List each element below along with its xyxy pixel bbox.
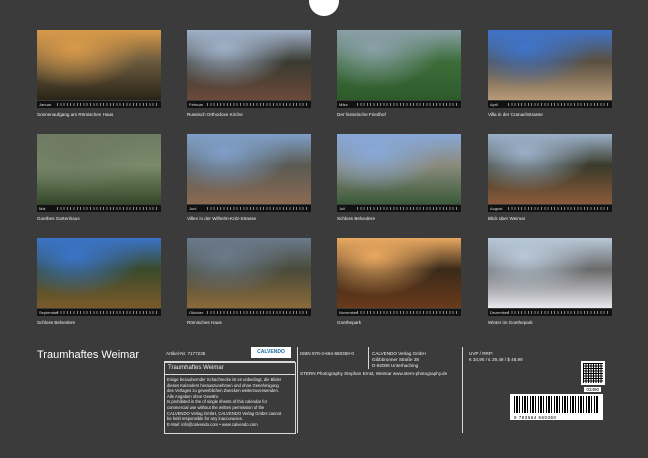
legal-text-line: E-Mail: info@calvendo.com • www.calvendo… (167, 421, 258, 427)
barcode-number: 9 783664 660360 (514, 415, 557, 420)
thumbnail-photo (37, 30, 161, 100)
calendar-strip: Februar (187, 101, 311, 108)
calendar-strip: Oktober (187, 309, 311, 316)
thumbnail-photo (488, 30, 612, 100)
calendar-strip: Juli (337, 205, 461, 212)
calvendo-logo: CALVENDO (251, 347, 291, 358)
calendar-strip: Juni (187, 205, 311, 212)
calendar-strip: April (488, 101, 612, 108)
month-thumbnail: Juni Villen in der Wilhelm-Külz-Strasse (187, 134, 311, 221)
month-thumbnail: Mai Goethes Gartenhaus (37, 134, 161, 221)
day-marks (207, 311, 309, 314)
day-marks (508, 311, 610, 314)
calendar-title: Traumhaftes Weimar (37, 349, 140, 361)
month-thumbnail: August Blick über Weimar (488, 134, 612, 221)
day-marks (357, 207, 459, 210)
day-marks (508, 207, 610, 210)
calendar-strip: September (37, 309, 161, 316)
month-thumbnail: Oktober Römisches Haus (187, 238, 311, 325)
month-label: November (339, 310, 358, 315)
month-label: Juli (339, 206, 346, 211)
month-label: Januar (39, 102, 52, 107)
month-thumbnail: November Goethepark (337, 238, 461, 325)
thumbnail-photo (187, 134, 311, 204)
thumbnail-photo (337, 30, 461, 100)
month-label: Juni (189, 206, 197, 211)
thumbnail-caption: Römisches Haus (187, 320, 222, 325)
thumbnail-caption: Villa in der Cranachstrasse (488, 112, 543, 117)
photographer: STERN Photography Stephan Ernst, Weimar … (300, 371, 448, 376)
thumbnail-photo (37, 238, 161, 308)
thumbnail-caption: Winter im Goethepark (488, 320, 533, 325)
month-thumbnail: Juli Schloss Belvedere (337, 134, 461, 221)
barcode-bars (514, 396, 599, 413)
month-label: Oktober (189, 310, 204, 315)
thumbnail-caption: Russisch Orthodoxe Kirche (187, 112, 243, 117)
subtitle: Traumhaftes Weimar (168, 365, 224, 371)
month-label: Dezember (490, 310, 509, 315)
day-marks (207, 207, 309, 210)
subtitle-divider (164, 374, 295, 375)
thumbnail-photo (37, 134, 161, 204)
day-marks (57, 207, 159, 210)
publisher-line: D-82008 Unterhaching (372, 363, 419, 368)
thumbnail-caption: Goethes Gartenhaus (37, 216, 80, 221)
barcode-code: 03490 (584, 387, 601, 392)
month-label: September (39, 310, 59, 315)
thumbnail-caption: Sonnenaufgang am Römischen Haus (37, 112, 114, 117)
month-label: August (490, 206, 503, 211)
day-marks (57, 311, 159, 314)
day-marks (57, 103, 159, 106)
month-thumbnail: Dezember Winter im Goethepark (488, 238, 612, 325)
calendar-back-cover: Januar Sonnenaufgang am Römischen Haus Feb… (0, 0, 648, 458)
day-marks (508, 103, 610, 106)
day-marks (357, 311, 459, 314)
month-label: Februar (189, 102, 204, 107)
month-thumbnail: Februar Russisch Orthodoxe Kirche (187, 30, 311, 117)
day-marks (207, 103, 309, 106)
thumbnail-caption: Schloss Belvedere (37, 320, 76, 325)
month-label: Mai (39, 206, 46, 211)
month-label: April (490, 102, 499, 107)
month-thumbnail: September Schloss Belvedere (37, 238, 161, 325)
thumbnail-photo (187, 30, 311, 100)
calendar-strip: Dezember (488, 309, 612, 316)
thumbnail-photo (488, 238, 612, 308)
price: € 34,90 / £ 29,49 / $ 48,99 (469, 357, 523, 362)
thumbnail-caption: Schloss Belvedere (337, 216, 376, 221)
month-label: März (339, 102, 348, 107)
thumbnail-photo (337, 134, 461, 204)
calendar-strip: Mai (37, 205, 161, 212)
thumbnail-photo (337, 238, 461, 308)
thumbnail-caption: Der historische Friedhof (337, 112, 386, 117)
calendar-strip: Januar (37, 101, 161, 108)
day-marks (357, 103, 459, 106)
thumbnail-caption: Blick über Weimar (488, 216, 526, 221)
calendar-strip: März (337, 101, 461, 108)
month-thumbnail: März Der historische Friedhof (337, 30, 461, 117)
month-thumbnail: Januar Sonnenaufgang am Römischen Haus (37, 30, 161, 117)
thumbnail-caption: Goethepark (337, 320, 362, 325)
thumbnail-photo (488, 134, 612, 204)
thumbnail-photo (187, 238, 311, 308)
column-divider (297, 347, 298, 433)
thumbnail-caption: Villen in der Wilhelm-Külz-Strasse (187, 216, 257, 221)
article-number: Artikel-Nr. 7177235 (166, 351, 206, 356)
qr-code (581, 361, 605, 385)
calendar-strip: August (488, 205, 612, 212)
calendar-strip: November (337, 309, 461, 316)
column-divider (462, 347, 463, 433)
isbn: ISBN 978-3-664-660360-0 (300, 351, 354, 356)
barcode: 9 783664 660360 03490 (510, 387, 603, 420)
hanger-hole (309, 0, 339, 16)
month-thumbnail: April Villa in der Cranachstrasse (488, 30, 612, 117)
column-divider (368, 347, 369, 369)
